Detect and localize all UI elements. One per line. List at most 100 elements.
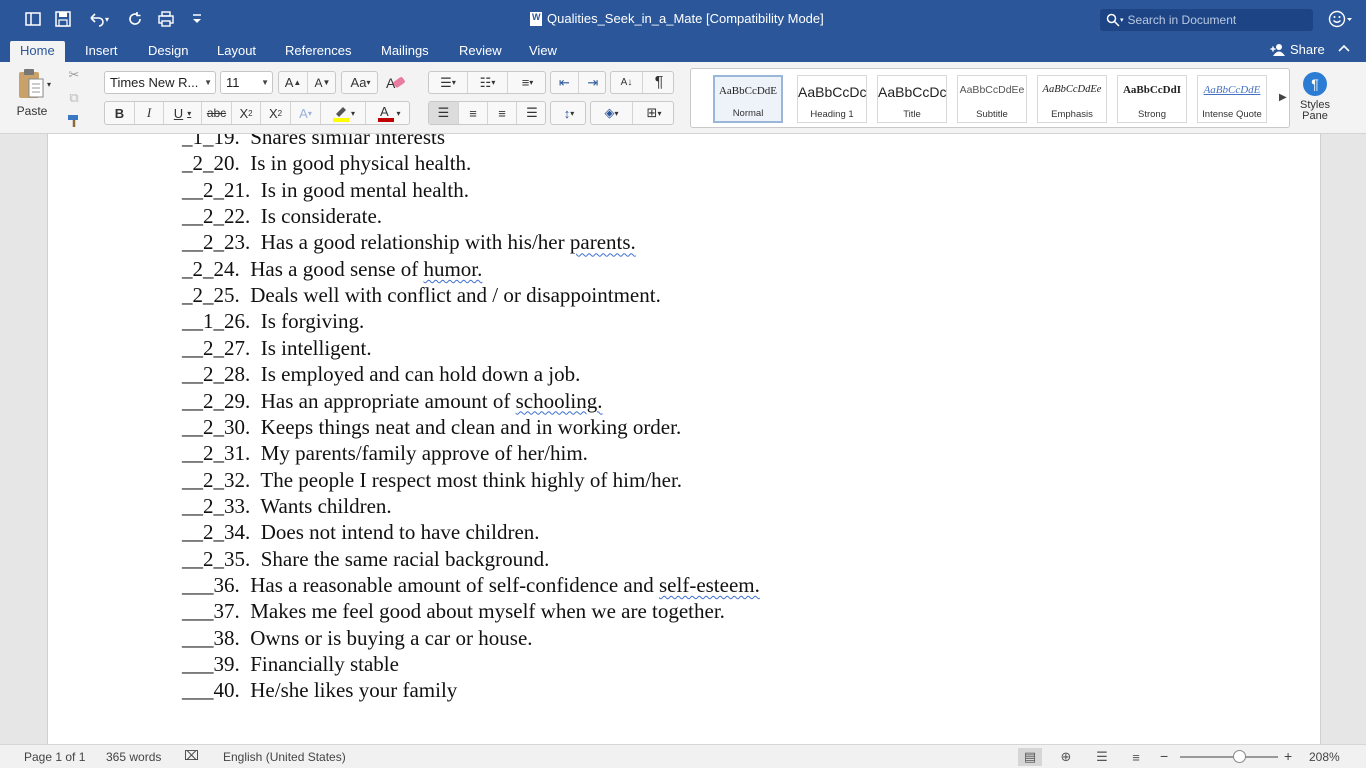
- change-case-button[interactable]: Aa ▾: [341, 71, 378, 94]
- grammar-flagged-text[interactable]: humor.: [423, 257, 482, 281]
- tab-layout[interactable]: Layout: [207, 41, 266, 62]
- shrink-font-icon[interactable]: A ▼: [308, 72, 337, 93]
- grammar-flagged-text[interactable]: parents.: [570, 230, 636, 254]
- format-painter-icon[interactable]: [64, 112, 84, 130]
- document-line[interactable]: __2_29. Has an appropriate amount of sch…: [182, 388, 603, 414]
- print-icon[interactable]: [155, 9, 177, 29]
- zoom-out-button[interactable]: −: [1160, 748, 1168, 764]
- grammar-flagged-text[interactable]: self-esteem.: [659, 573, 760, 597]
- document-line[interactable]: __2_32. The people I respect most think …: [182, 467, 682, 493]
- share-button[interactable]: Share: [1270, 42, 1325, 57]
- style-heading-1[interactable]: AaBbCcDc Heading 1: [797, 75, 867, 123]
- line-spacing-button[interactable]: ↕ ▾: [550, 101, 586, 125]
- subscript-button[interactable]: X2: [232, 102, 261, 124]
- style-subtitle[interactable]: AaBbCcDdEe Subtitle: [957, 75, 1027, 123]
- document-line[interactable]: __2_34. Does not intend to have children…: [182, 519, 540, 545]
- borders-icon[interactable]: ⊞ ▾: [633, 102, 675, 124]
- bold-button[interactable]: B: [105, 102, 135, 124]
- increase-indent-icon[interactable]: ⇥: [579, 72, 607, 93]
- document-line[interactable]: _2_25. Deals well with conflict and / or…: [182, 282, 661, 308]
- style-emphasis[interactable]: AaBbCcDdEe Emphasis: [1037, 75, 1107, 123]
- document-line[interactable]: _2_24. Has a good sense of humor.: [182, 256, 482, 282]
- document-line[interactable]: __2_21. Is in good mental health.: [182, 177, 469, 203]
- document-area[interactable]: _1_19. Shares similar interests _2_20. Is…: [0, 134, 1366, 744]
- document-line[interactable]: ___38. Owns or is buying a car or house.: [182, 625, 533, 651]
- bullets-icon[interactable]: ☰ ▾: [429, 72, 468, 93]
- style-strong[interactable]: AaBbCcDdI Strong: [1117, 75, 1187, 123]
- clear-formatting-icon[interactable]: A: [382, 71, 410, 94]
- document-line[interactable]: ___39. Financially stable: [182, 651, 399, 677]
- align-center-icon[interactable]: ≡: [459, 102, 488, 124]
- decrease-indent-icon[interactable]: ⇤: [551, 72, 579, 93]
- document-line[interactable]: __1_26. Is forgiving.: [182, 308, 364, 334]
- grow-font-icon[interactable]: A ▲: [279, 72, 308, 93]
- show-formatting-marks-icon[interactable]: ¶: [643, 72, 675, 93]
- italic-button[interactable]: I: [135, 102, 164, 124]
- tab-home[interactable]: Home: [10, 41, 65, 62]
- font-color-button[interactable]: A ▾: [366, 102, 411, 124]
- font-size-select[interactable]: 11 ▼: [220, 71, 273, 94]
- document-line[interactable]: ___36. Has a reasonable amount of self-c…: [182, 572, 760, 598]
- proofing-icon[interactable]: ⌧: [184, 748, 199, 764]
- document-line[interactable]: ___40. He/she likes your family: [182, 677, 457, 703]
- document-line[interactable]: _2_20. Is in good physical health.: [182, 150, 471, 176]
- language-label[interactable]: English (United States): [223, 750, 346, 764]
- outline-view-icon[interactable]: ☰: [1090, 748, 1114, 766]
- superscript-button[interactable]: X2: [261, 102, 291, 124]
- underline-button[interactable]: U ▾: [164, 102, 202, 124]
- feedback-smiley-icon[interactable]: [1328, 10, 1354, 33]
- sort-icon[interactable]: A↓: [611, 72, 643, 93]
- tab-view[interactable]: View: [519, 41, 567, 62]
- collapse-ribbon-chevron-icon[interactable]: [1338, 42, 1350, 56]
- document-line[interactable]: __2_27. Is intelligent.: [182, 335, 372, 361]
- document-line[interactable]: _1_19. Shares similar interests: [182, 134, 445, 150]
- page-count[interactable]: Page 1 of 1: [24, 750, 85, 764]
- tab-references[interactable]: References: [275, 41, 361, 62]
- document-line[interactable]: __2_28. Is employed and can hold down a …: [182, 361, 580, 387]
- zoom-slider-handle[interactable]: [1233, 750, 1246, 763]
- copy-icon[interactable]: ⧉: [64, 89, 84, 107]
- undo-icon[interactable]: ▾: [83, 9, 113, 29]
- style-normal[interactable]: AaBbCcDdE Normal: [713, 75, 783, 123]
- document-line[interactable]: __2_23. Has a good relationship with his…: [182, 229, 636, 255]
- sidebar-toggle-icon[interactable]: [22, 9, 44, 29]
- tab-design[interactable]: Design: [138, 41, 198, 62]
- align-left-icon[interactable]: ☰: [429, 102, 459, 124]
- font-name-select[interactable]: Times New R... ▼: [104, 71, 216, 94]
- style-intense-quote[interactable]: AaBbCcDdE Intense Quote: [1197, 75, 1267, 123]
- document-line[interactable]: ___37. Makes me feel good about myself w…: [182, 598, 725, 624]
- search-input[interactable]: [1127, 13, 1308, 27]
- search-options-chevron-icon[interactable]: ▾: [1120, 16, 1124, 24]
- text-effects-icon[interactable]: A ▾: [291, 102, 321, 124]
- document-line[interactable]: __2_30. Keeps things neat and clean and …: [182, 414, 681, 440]
- styles-pane-button[interactable]: ¶ Styles Pane: [1298, 72, 1332, 128]
- style-title[interactable]: AaBbCcDc Title: [877, 75, 947, 123]
- justify-icon[interactable]: ☰: [517, 102, 547, 124]
- paste-button[interactable]: ▾: [12, 67, 54, 101]
- tab-insert[interactable]: Insert: [75, 41, 128, 62]
- tab-mailings[interactable]: Mailings: [371, 41, 439, 62]
- print-layout-view-icon[interactable]: ▤: [1018, 748, 1042, 766]
- document-line[interactable]: __2_31. My parents/family approve of her…: [182, 440, 588, 466]
- document-line[interactable]: __2_35. Share the same racial background…: [182, 546, 549, 572]
- save-icon[interactable]: [52, 9, 74, 29]
- web-layout-view-icon[interactable]: ⊕: [1054, 748, 1078, 766]
- zoom-level[interactable]: 208%: [1309, 750, 1340, 764]
- zoom-in-button[interactable]: +: [1284, 748, 1292, 764]
- cut-icon[interactable]: ✂: [64, 66, 84, 84]
- shading-icon[interactable]: ◈ ▾: [591, 102, 633, 124]
- styles-more-arrow-icon[interactable]: ▶: [1279, 92, 1287, 103]
- strikethrough-button[interactable]: abc: [202, 102, 232, 124]
- highlight-color-button[interactable]: ▾: [321, 102, 366, 124]
- word-count[interactable]: 365 words: [106, 750, 161, 764]
- multilevel-list-icon[interactable]: ≡ ▾: [508, 72, 547, 93]
- document-page[interactable]: _1_19. Shares similar interests _2_20. Is…: [47, 134, 1321, 744]
- search-box[interactable]: ▾: [1100, 9, 1313, 31]
- numbering-icon[interactable]: ☷ ▾: [468, 72, 508, 93]
- grammar-flagged-text[interactable]: schooling.: [516, 389, 603, 413]
- document-line[interactable]: __2_22. Is considerate.: [182, 203, 382, 229]
- redo-icon[interactable]: [124, 9, 146, 29]
- document-line[interactable]: __2_33. Wants children.: [182, 493, 392, 519]
- customize-toolbar-icon[interactable]: [186, 9, 208, 29]
- zoom-slider[interactable]: [1180, 756, 1278, 758]
